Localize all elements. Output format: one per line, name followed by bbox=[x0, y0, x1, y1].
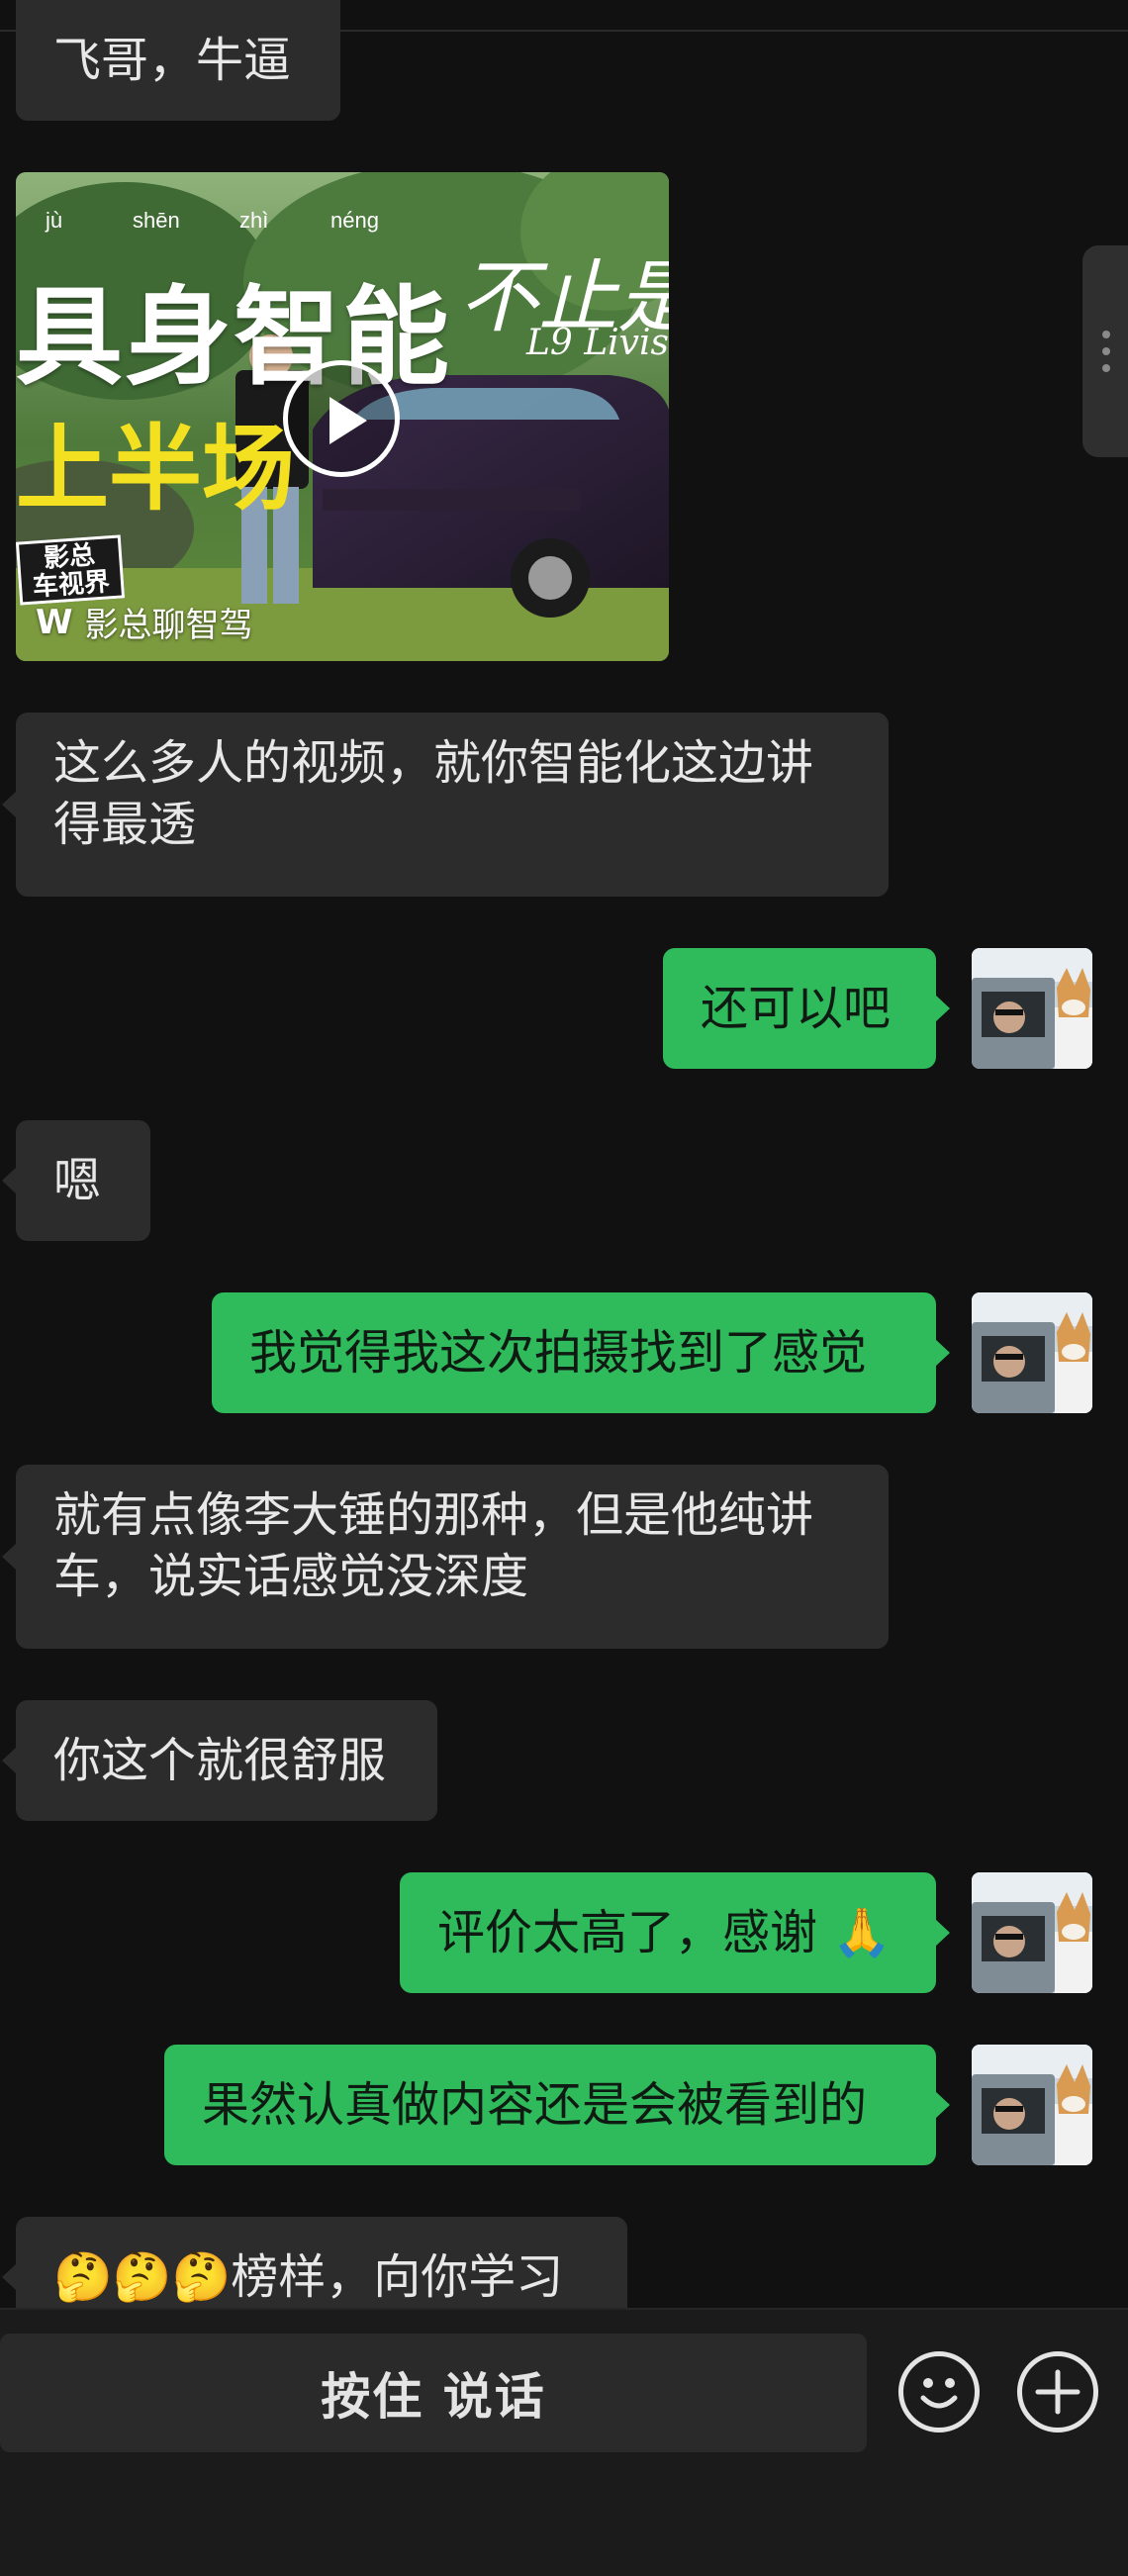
channel-name: 影总聊智驾 bbox=[84, 606, 253, 645]
avatar-image bbox=[972, 1872, 1092, 1993]
play-icon[interactable] bbox=[283, 360, 400, 477]
message-bubble-outgoing[interactable]: 评价太高了，感谢 🙏 bbox=[400, 1872, 950, 1993]
message-text: 我觉得我这次拍摄找到了感觉 bbox=[249, 1325, 868, 1381]
channel-badge: 影总 车视界 bbox=[16, 534, 126, 606]
pinyin-label: néng bbox=[330, 208, 379, 233]
message-bubble-outgoing[interactable]: 还可以吧 bbox=[663, 948, 950, 1069]
plus-icon-glyph bbox=[1035, 2369, 1081, 2415]
video-subtitle: 上半场 bbox=[16, 416, 296, 524]
pinyin-label: zhì bbox=[239, 208, 269, 233]
message-text: 果然认真做内容还是会被看到的 bbox=[202, 2077, 868, 2133]
message-bubble-incoming[interactable]: 飞哥，牛逼 bbox=[16, 0, 340, 121]
video-channel: W 影总聊智驾 bbox=[36, 598, 253, 646]
message-text: 这么多人的视频，就你智能化这边讲 得最透 bbox=[53, 735, 814, 852]
message-text: 嗯 bbox=[53, 1153, 102, 1208]
avatar[interactable] bbox=[972, 1872, 1092, 1993]
message-bubble-incoming[interactable]: 你这个就很舒服 bbox=[2, 1700, 437, 1821]
message-bubble-incoming[interactable]: 就有点像李大锤的那种，但是他纯讲 车，说实话感觉没深度 bbox=[2, 1465, 889, 1649]
message-text: 你这个就很舒服 bbox=[53, 1733, 387, 1788]
video-model-label: L9 Livis bbox=[526, 323, 669, 363]
message-text: 评价太高了，感谢 🙏 bbox=[437, 1905, 893, 1960]
handle-dot bbox=[1102, 364, 1110, 372]
message-text: 🤔🤔🤔榜样，向你学习 bbox=[53, 2249, 564, 2305]
pinyin-label: jù bbox=[46, 208, 63, 233]
message-bubble-incoming[interactable]: 这么多人的视频，就你智能化这边讲 得最透 bbox=[2, 713, 889, 897]
avatar[interactable] bbox=[972, 948, 1092, 1069]
message-text: 飞哥，牛逼 bbox=[53, 33, 292, 88]
avatar-image bbox=[972, 1292, 1092, 1413]
floating-side-handle[interactable] bbox=[1082, 245, 1128, 457]
avatar-image bbox=[972, 948, 1092, 1069]
avatar[interactable] bbox=[972, 2045, 1092, 2165]
message-bubble-outgoing[interactable]: 我觉得我这次拍摄找到了感觉 bbox=[212, 1292, 950, 1413]
avatar[interactable] bbox=[972, 1292, 1092, 1413]
handle-dot bbox=[1102, 331, 1110, 338]
smiley-icon-glyph bbox=[920, 2378, 958, 2409]
message-text: 就有点像李大锤的那种，但是他纯讲 车，说实话感觉没深度 bbox=[53, 1487, 814, 1604]
chat-input-bar: 按住 说话 bbox=[0, 2308, 1128, 2576]
pinyin-label: shēn bbox=[133, 208, 180, 233]
hold-to-talk-button[interactable]: 按住 说话 bbox=[0, 2334, 867, 2452]
channel-logo-icon: W bbox=[36, 602, 73, 642]
handle-dot bbox=[1102, 347, 1110, 355]
avatar-image bbox=[972, 2045, 1092, 2165]
message-text: 还可以吧 bbox=[701, 981, 892, 1036]
message-bubble-incoming[interactable]: 嗯 bbox=[2, 1120, 150, 1241]
smiley-icon[interactable] bbox=[898, 2351, 980, 2433]
plus-icon[interactable] bbox=[1017, 2351, 1098, 2433]
video-message-card[interactable]: jù shēn zhì néng 具身智能 上半场 不止是车 L9 Livis … bbox=[16, 172, 669, 661]
message-bubble-outgoing[interactable]: 果然认真做内容还是会被看到的 bbox=[164, 2045, 950, 2165]
